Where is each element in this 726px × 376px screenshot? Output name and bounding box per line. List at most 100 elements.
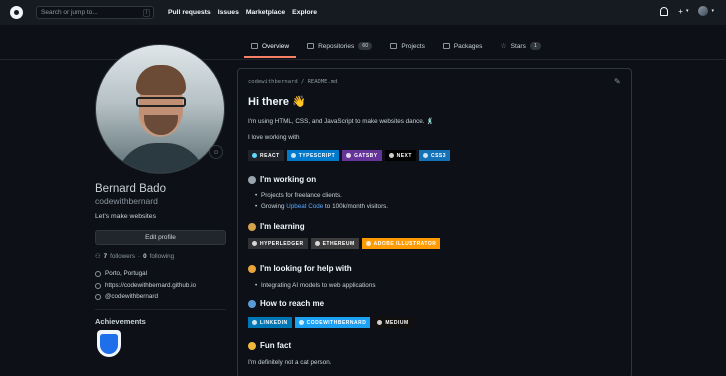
- location-icon: [95, 270, 101, 277]
- badge-linkedin[interactable]: LINKEDIN: [248, 317, 292, 328]
- list-text: Growing: [261, 203, 287, 210]
- avatar-hair: [136, 65, 186, 95]
- medium-icon: [377, 320, 383, 325]
- next-icon: [388, 153, 394, 158]
- avatar-glasses: [136, 97, 186, 107]
- tab-repositories[interactable]: Repositories 60: [298, 36, 381, 56]
- learning-badges: HYPERLEDGER ETHEREUM ADOBE ILLUSTRATOR: [248, 238, 441, 249]
- readme-love: I love working with: [248, 134, 300, 141]
- nav-explore[interactable]: Explore: [292, 9, 317, 16]
- gatsby-icon: [346, 153, 352, 158]
- edit-profile-button[interactable]: Edit profile: [95, 230, 226, 245]
- reach-heading: How to reach me: [248, 299, 324, 308]
- heading-text: How to reach me: [260, 299, 325, 308]
- list-text: to 100k/month visitors.: [323, 203, 389, 210]
- profile-tabs: Overview Repositories 60 Projects Packag…: [242, 36, 550, 58]
- badge-label: TYPESCRIPT: [298, 152, 336, 159]
- search-placeholder: Search or jump to...: [41, 9, 98, 16]
- lightning-icon: [248, 341, 256, 350]
- help-list: Integrating AI models to web application…: [255, 282, 375, 293]
- badge-next: NEXT: [384, 150, 416, 161]
- plus-icon[interactable]: +: [678, 7, 683, 16]
- badge-label: HYPERLEDGER: [260, 240, 304, 247]
- readme-filename[interactable]: codewithbernard / README.md: [248, 79, 337, 85]
- nav-pull-requests[interactable]: Pull requests: [168, 9, 211, 16]
- nav-issues[interactable]: Issues: [218, 9, 239, 16]
- smiley-icon[interactable]: ☺: [209, 145, 223, 159]
- profile-name: Bernard Bado: [95, 183, 166, 195]
- tab-projects[interactable]: Projects: [381, 36, 433, 56]
- heading-text: Fun fact: [260, 341, 292, 350]
- badge-ethereum: ETHEREUM: [310, 238, 359, 249]
- sidebar-divider: [95, 309, 226, 310]
- badge-label: NEXT: [396, 152, 412, 159]
- followers-count[interactable]: 7: [104, 253, 108, 260]
- following-label[interactable]: following: [150, 253, 175, 260]
- ethereum-icon: [314, 241, 320, 246]
- following-count[interactable]: 0: [143, 253, 147, 260]
- reach-badges: LINKEDIN CODEWITHBERNARD MEDIUM: [248, 317, 413, 328]
- react-icon: [252, 153, 257, 158]
- location-row: Porto, Portugal: [95, 270, 147, 277]
- twitter-row: @codewithbernard: [95, 293, 158, 300]
- heading-text: I'm learning: [260, 222, 305, 231]
- upbeat-code-link[interactable]: Upbeat Code: [286, 203, 323, 210]
- chevron-down-icon[interactable]: ▾: [711, 8, 714, 14]
- profile-bio: Let's make websites: [95, 213, 156, 220]
- readme-title: Hi there 👋: [248, 96, 306, 108]
- people-icon: ⚇: [95, 253, 101, 260]
- package-icon: [442, 43, 450, 49]
- working-list: Projects for freelance clients. Growing …: [255, 192, 388, 214]
- twitter-link[interactable]: @codewithbernard: [105, 293, 158, 300]
- badge-medium[interactable]: MEDIUM: [373, 317, 413, 328]
- tab-label: Packages: [453, 42, 483, 50]
- chevron-down-icon[interactable]: ▾: [686, 8, 689, 14]
- tech-badges: REACT TYPESCRIPT GATSBY NEXT CSS3: [248, 150, 451, 161]
- link-icon: [95, 282, 101, 289]
- top-header: Search or jump to... / Pull requests Iss…: [0, 0, 726, 25]
- pencil-icon[interactable]: ✎: [614, 77, 621, 86]
- heading-text: I'm looking for help with: [260, 264, 352, 273]
- book-icon: [251, 43, 258, 49]
- github-logo-icon[interactable]: [10, 6, 23, 19]
- tab-label: Projects: [401, 42, 425, 50]
- tab-label: Stars: [510, 42, 526, 50]
- achievement-badge-icon[interactable]: [97, 330, 121, 357]
- weightlifter-icon: [248, 222, 256, 231]
- badge-twitter[interactable]: CODEWITHBERNARD: [294, 317, 371, 328]
- badge-label: ADOBE ILLUSTRATOR: [373, 240, 437, 247]
- bell-icon[interactable]: [660, 6, 669, 16]
- tab-label: Overview: [262, 42, 290, 50]
- search-input[interactable]: Search or jump to... /: [36, 6, 154, 19]
- profile-username: codewithbernard: [95, 196, 158, 206]
- readme-intro: I'm using HTML, CSS, and JavaScript to m…: [248, 118, 435, 125]
- tab-counter: 1: [529, 42, 541, 50]
- badge-typescript: TYPESCRIPT: [286, 150, 340, 161]
- tab-overview[interactable]: Overview: [242, 36, 298, 58]
- mailbox-icon: [248, 299, 256, 308]
- tab-packages[interactable]: Packages: [434, 36, 492, 56]
- css3-icon: [422, 153, 428, 158]
- nav-marketplace[interactable]: Marketplace: [246, 9, 285, 16]
- badge-css3: CSS3: [418, 150, 451, 161]
- profile-avatar[interactable]: [95, 44, 225, 174]
- follow-stats: ⚇ 7 followers · 0 following: [95, 253, 174, 260]
- badge-label: GATSBY: [354, 152, 378, 159]
- badge-react: REACT: [248, 150, 284, 161]
- hyperledger-icon: [252, 241, 257, 246]
- slash-key-icon: /: [143, 9, 150, 17]
- learning-heading: I'm learning: [248, 222, 305, 231]
- user-avatar[interactable]: [698, 6, 709, 16]
- achievements-title: Achievements: [95, 317, 146, 326]
- linkedin-icon: [252, 320, 257, 325]
- followers-label[interactable]: followers: [110, 253, 135, 260]
- list-item: Projects for freelance clients.: [255, 192, 388, 199]
- twitter-icon: [298, 320, 304, 325]
- website-link[interactable]: https://codewithbernard.github.io: [105, 282, 196, 289]
- tab-stars[interactable]: ☆ Stars 1: [491, 36, 550, 56]
- location-text: Porto, Portugal: [105, 270, 148, 277]
- badge-label: CODEWITHBERNARD: [306, 319, 367, 326]
- avatar-beard: [144, 115, 178, 135]
- badge-label: MEDIUM: [385, 319, 409, 326]
- project-icon: [390, 43, 398, 49]
